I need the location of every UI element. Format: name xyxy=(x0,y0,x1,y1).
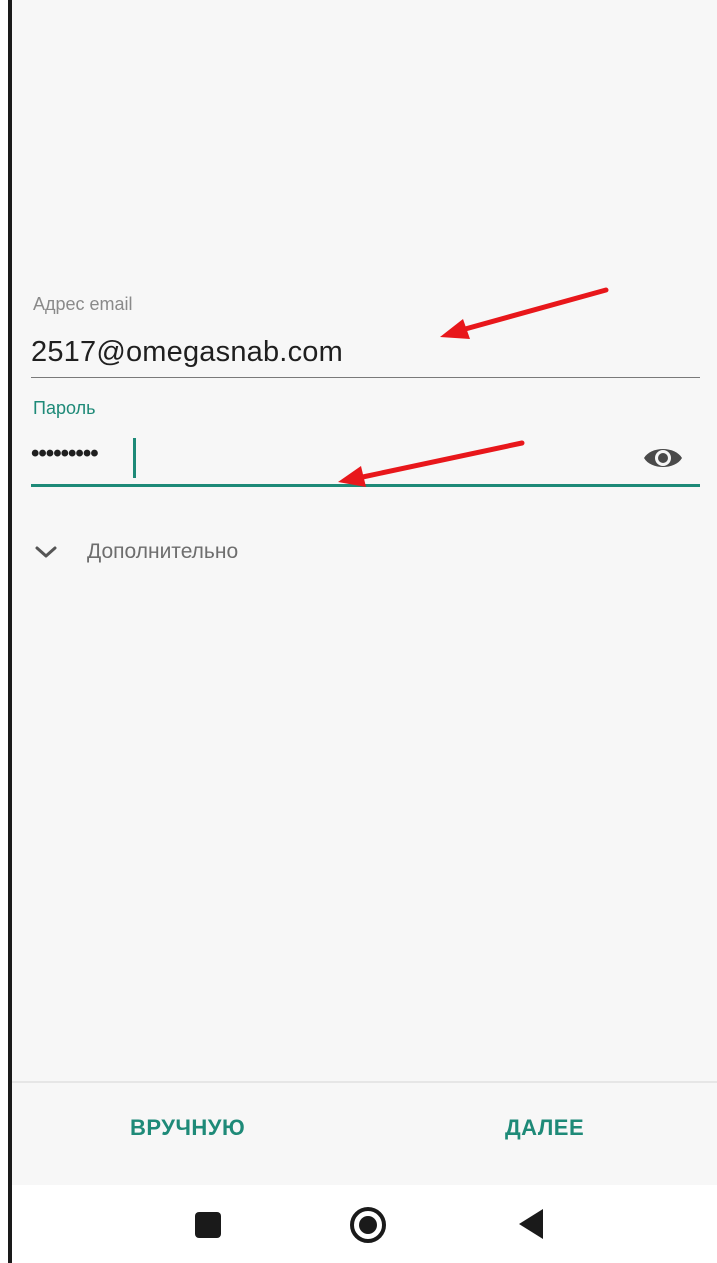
recents-icon[interactable] xyxy=(193,1210,223,1240)
eye-icon[interactable] xyxy=(642,444,684,472)
next-button[interactable]: ДАЛЕЕ xyxy=(505,1115,584,1141)
bottom-divider xyxy=(12,1081,717,1083)
password-field[interactable]: ••••••••• xyxy=(31,440,99,468)
password-label: Пароль xyxy=(33,398,96,418)
system-navigation-bar xyxy=(12,1185,717,1263)
email-label: Адрес email xyxy=(33,294,133,314)
password-field-underline xyxy=(31,484,700,487)
advanced-settings-toggle[interactable]: Дополнительно xyxy=(34,536,238,568)
home-icon[interactable] xyxy=(348,1205,388,1245)
text-cursor xyxy=(133,438,136,478)
back-icon[interactable] xyxy=(517,1207,547,1241)
manual-setup-button[interactable]: ВРУЧНУЮ xyxy=(130,1115,245,1141)
account-setup-screen xyxy=(12,0,717,1185)
advanced-settings-label: Дополнительно xyxy=(87,540,239,563)
chevron-down-icon xyxy=(35,546,57,558)
email-field[interactable]: 2517@omegasnab.com xyxy=(31,336,343,369)
email-field-underline xyxy=(31,377,700,378)
